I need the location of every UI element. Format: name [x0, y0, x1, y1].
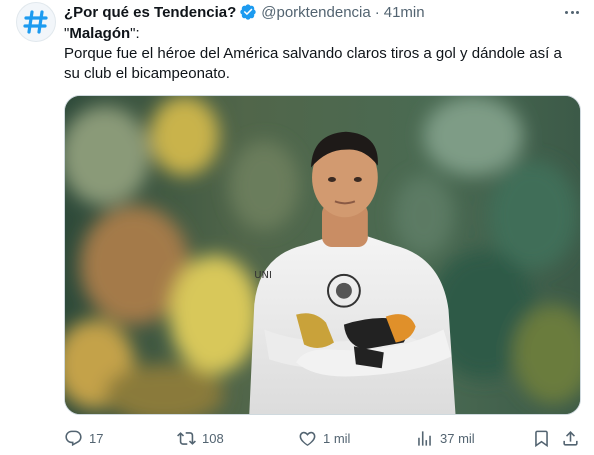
timestamp[interactable]: 41min	[384, 4, 425, 21]
separator-dot: ·	[374, 3, 380, 21]
tweet-header: ¿Por qué es Tendencia? @porktendencia · …	[64, 2, 425, 22]
reply-icon	[65, 430, 82, 446]
bookmark-button[interactable]	[532, 426, 551, 450]
more-icon[interactable]	[562, 2, 582, 22]
tweet-body: Porque fue el héroe del América salvando…	[64, 45, 562, 82]
view-count: 37 mil	[440, 430, 475, 446]
tweet-photo[interactable]: UNI	[64, 95, 581, 415]
retweet-icon	[177, 431, 196, 445]
tweet-title-line: "Malagón":	[64, 24, 580, 44]
like-button[interactable]: 1 mil	[298, 426, 350, 450]
display-name[interactable]: ¿Por qué es Tendencia?	[64, 4, 236, 21]
like-count: 1 mil	[323, 430, 351, 446]
verified-badge-icon	[239, 3, 257, 21]
quote-close: ":	[130, 25, 140, 42]
trend-keyword: Malagón	[69, 25, 131, 42]
views-icon	[418, 430, 431, 446]
retweet-button[interactable]: 108	[177, 426, 224, 450]
action-bar: 17 108 1 mil 37 mil	[64, 426, 584, 450]
share-button[interactable]	[561, 426, 580, 450]
like-icon	[299, 431, 316, 446]
views-button[interactable]: 37 mil	[415, 426, 475, 450]
tweet[interactable]: ¿Por qué es Tendencia? @porktendencia · …	[0, 0, 594, 455]
reply-count: 17	[89, 430, 104, 446]
reply-button[interactable]: 17	[64, 426, 103, 450]
avatar[interactable]	[16, 2, 56, 42]
hashtag-icon	[23, 10, 48, 34]
handle[interactable]: @porktendencia	[261, 4, 370, 21]
share-icon	[563, 430, 578, 446]
svg-text:UNI: UNI	[254, 270, 272, 281]
bookmark-icon	[535, 430, 548, 447]
tweet-text: "Malagón": Porque fue el héroe del Améri…	[64, 24, 580, 84]
retweet-count: 108	[202, 430, 224, 446]
